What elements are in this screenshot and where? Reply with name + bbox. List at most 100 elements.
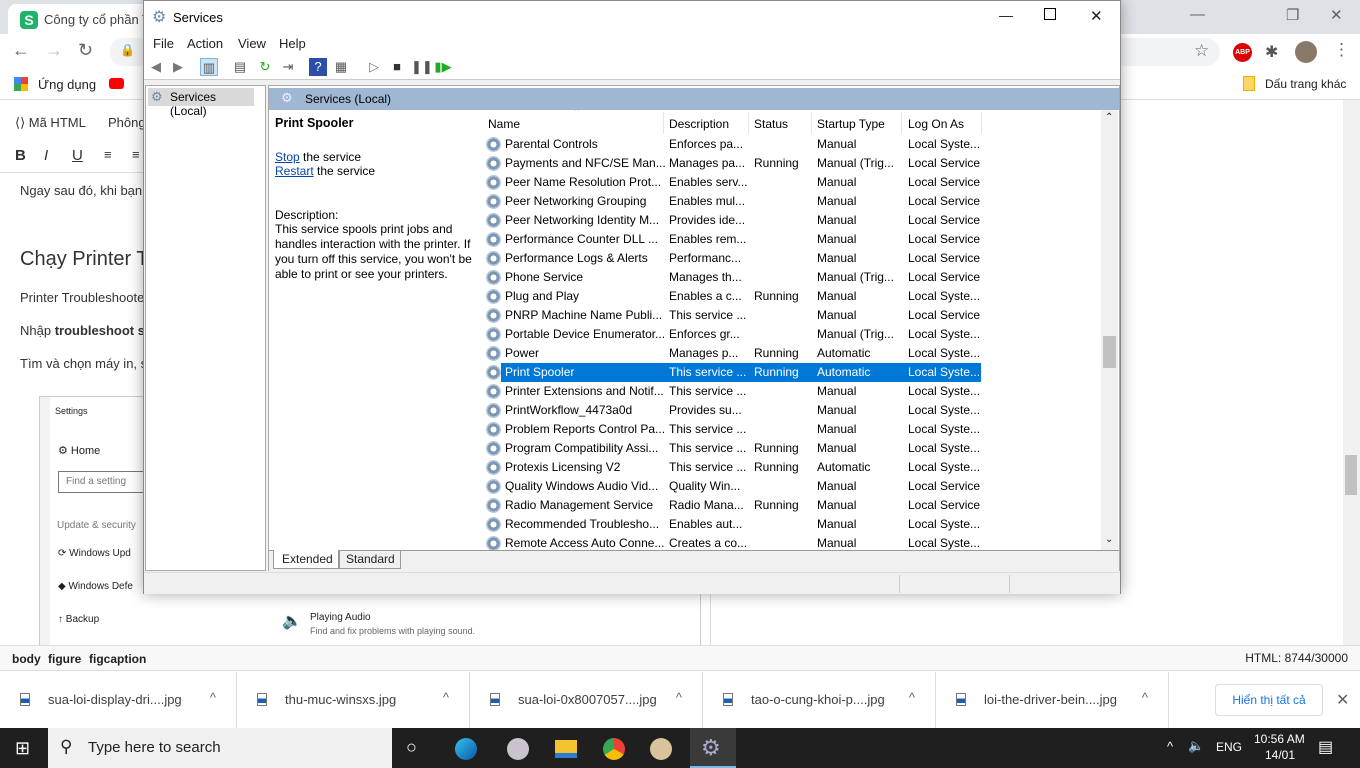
service-row[interactable]: Printer Extensions and Notif... This serv… — [481, 382, 981, 401]
service-row[interactable]: Parental Controls Enforces pa... Manual Loc… — [481, 135, 981, 154]
forward-icon[interactable]: ▶ — [169, 58, 187, 76]
taskbar-search[interactable]: ⚲ Type here to search — [48, 728, 392, 768]
menu-view[interactable]: View — [238, 36, 266, 51]
service-row[interactable]: Protexis Licensing V2 This service ... Run… — [481, 458, 981, 477]
service-row[interactable]: Peer Networking Grouping Enables mul... Ma… — [481, 192, 981, 211]
service-row[interactable]: Problem Reports Control Pa... This servic… — [481, 420, 981, 439]
service-row[interactable]: Print Spooler This service ... Running Auto… — [486, 363, 981, 382]
service-row[interactable]: Power Manages p... Running Automatic Local S… — [481, 344, 981, 363]
service-row[interactable]: Phone Service Manages th... Manual (Trig..… — [481, 268, 981, 287]
refresh-icon[interactable]: ↻ — [256, 58, 274, 76]
stop-service-icon[interactable]: ■ — [388, 58, 406, 76]
tab-standard[interactable]: Standard — [339, 550, 401, 569]
service-row[interactable]: Recommended Troublesho... Enables aut... M… — [481, 515, 981, 534]
bookmark-apps[interactable]: Ứng dụng — [38, 77, 96, 92]
maximize-icon[interactable] — [1044, 8, 1056, 20]
service-row[interactable]: Peer Name Resolution Prot... Enables serv… — [481, 173, 981, 192]
service-row[interactable]: Performance Logs & Alerts Performanc... Ma… — [481, 249, 981, 268]
service-row[interactable]: PNRP Machine Name Publi... This service .… — [481, 306, 981, 325]
service-row[interactable]: Program Compatibility Assi... This servic… — [481, 439, 981, 458]
show-all-downloads-button[interactable]: Hiển thị tất cả — [1215, 684, 1323, 716]
file-explorer-icon[interactable] — [555, 740, 577, 758]
forward-icon[interactable]: → — [45, 40, 63, 61]
menu-action[interactable]: Action — [187, 36, 223, 51]
reload-icon[interactable]: ↻ — [78, 40, 93, 61]
service-row[interactable]: Quality Windows Audio Vid... Quality Win.… — [481, 477, 981, 496]
bookmark-star-icon[interactable]: ☆ — [1194, 41, 1209, 61]
adblock-extension-icon[interactable]: ABP — [1233, 43, 1252, 62]
tree-item-services-local[interactable]: ⚙ Services (Local) — [148, 88, 254, 118]
restart-service-link[interactable]: Restart — [275, 164, 314, 178]
tab-extended[interactable]: Extended — [273, 550, 339, 569]
clock-date[interactable]: 14/01 — [1265, 748, 1295, 762]
service-row[interactable]: Peer Networking Identity M... Provides id… — [481, 211, 981, 230]
cortana-icon[interactable]: ○ — [406, 737, 417, 758]
download-item[interactable]: tao-o-cung-khoi-p....jpg ^ — [703, 672, 936, 728]
stop-service-link[interactable]: Stop — [275, 150, 300, 164]
path-figcaption[interactable]: figcaption — [89, 652, 146, 666]
volume-icon[interactable]: 🔈 — [1188, 738, 1204, 754]
service-row[interactable]: Radio Management Service Radio Mana... Run… — [481, 496, 981, 515]
service-row[interactable]: Plug and Play Enables a c... Running Manual… — [481, 287, 981, 306]
font-dropdown[interactable]: Phông — [108, 115, 146, 130]
taskbar-services-app[interactable]: ⚙ — [690, 728, 736, 768]
export-list-icon[interactable]: ⇥ — [279, 58, 297, 76]
service-row[interactable]: Remote Access Auto Conne... Creates a co.… — [481, 534, 981, 550]
back-icon[interactable]: ← — [12, 40, 30, 61]
restore-icon[interactable]: ❐ — [1286, 6, 1299, 24]
title-bar[interactable]: ⚙ Services — ✕ — [144, 1, 1120, 33]
numbered-list-icon[interactable]: ≡ — [104, 147, 112, 162]
service-row[interactable]: Portable Device Enumerator... Enforces gr… — [481, 325, 981, 344]
menu-file[interactable]: File — [153, 36, 174, 51]
close-icon[interactable]: ✕ — [1330, 6, 1343, 24]
underline-button[interactable]: U — [72, 147, 83, 164]
show-action-pane-icon[interactable]: ▦ — [332, 58, 350, 76]
column-header-description[interactable]: Description — [669, 117, 729, 131]
close-icon[interactable]: ✕ — [1090, 7, 1103, 25]
column-header-name[interactable]: Name — [488, 117, 520, 131]
download-item[interactable]: sua-loi-display-dri....jpg ^ — [0, 672, 237, 728]
service-row[interactable]: PrintWorkflow_4473a0d Provides su... Manua… — [481, 401, 981, 420]
tray-chevron-up-icon[interactable]: ^ — [1167, 739, 1173, 754]
snipping-tool-icon[interactable] — [507, 738, 529, 760]
other-bookmarks[interactable]: Dấu trang khác — [1265, 77, 1346, 91]
extensions-puzzle-icon[interactable]: ✱ — [1265, 42, 1278, 62]
close-downloads-icon[interactable]: ✕ — [1336, 690, 1349, 710]
services-list[interactable]: ^ Name Description Status Startup Type L… — [481, 110, 1101, 550]
italic-button[interactable]: I — [44, 147, 48, 164]
properties-icon[interactable]: ▤ — [231, 58, 249, 76]
back-icon[interactable]: ◀ — [147, 58, 165, 76]
chrome-icon[interactable] — [603, 738, 625, 760]
menu-help[interactable]: Help — [279, 36, 306, 51]
help-icon[interactable]: ? — [309, 58, 327, 76]
minimize-icon[interactable]: — — [1190, 6, 1205, 23]
html-mode-button[interactable]: ⟨⟩ Mã HTML — [15, 115, 86, 131]
profile-avatar[interactable] — [1295, 41, 1317, 63]
windows-start-icon[interactable]: ⊞ — [15, 738, 30, 759]
download-item[interactable]: sua-loi-0x8007057....jpg ^ — [470, 672, 703, 728]
column-header-startup-type[interactable]: Startup Type — [817, 117, 885, 131]
edge-icon[interactable] — [455, 738, 477, 760]
bold-button[interactable]: B — [15, 147, 26, 164]
youtube-icon[interactable] — [109, 78, 124, 89]
bullet-list-icon[interactable]: ≡ — [132, 147, 140, 162]
language-indicator[interactable]: ENG — [1216, 740, 1242, 754]
minimize-icon[interactable]: — — [999, 7, 1013, 23]
paint-icon[interactable] — [650, 738, 672, 760]
download-item[interactable]: loi-the-driver-bein....jpg ^ — [936, 672, 1169, 728]
column-header-status[interactable]: Status — [754, 117, 788, 131]
column-header-log-on-as[interactable]: Log On As — [908, 117, 964, 131]
menu-kebab-icon[interactable]: ⋮ — [1333, 40, 1350, 60]
path-figure[interactable]: figure — [48, 652, 81, 666]
clock-time[interactable]: 10:56 AM — [1254, 732, 1305, 746]
list-scrollbar[interactable]: ⌃ ⌄ — [1101, 110, 1118, 550]
service-row[interactable]: Payments and NFC/SE Man... Manages pa... R… — [481, 154, 981, 173]
service-row[interactable]: Performance Counter DLL ... Enables rem..… — [481, 230, 981, 249]
path-body[interactable]: body — [12, 652, 41, 666]
download-item[interactable]: thu-muc-winsxs.jpg ^ — [237, 672, 470, 728]
show-hide-console-tree-icon[interactable]: ▥ — [200, 58, 218, 76]
page-scrollbar[interactable] — [1343, 100, 1360, 645]
restart-service-icon[interactable]: ▮▶ — [434, 58, 452, 76]
pause-service-icon[interactable]: ❚❚ — [411, 58, 433, 76]
start-service-icon[interactable]: ▷ — [365, 58, 383, 76]
